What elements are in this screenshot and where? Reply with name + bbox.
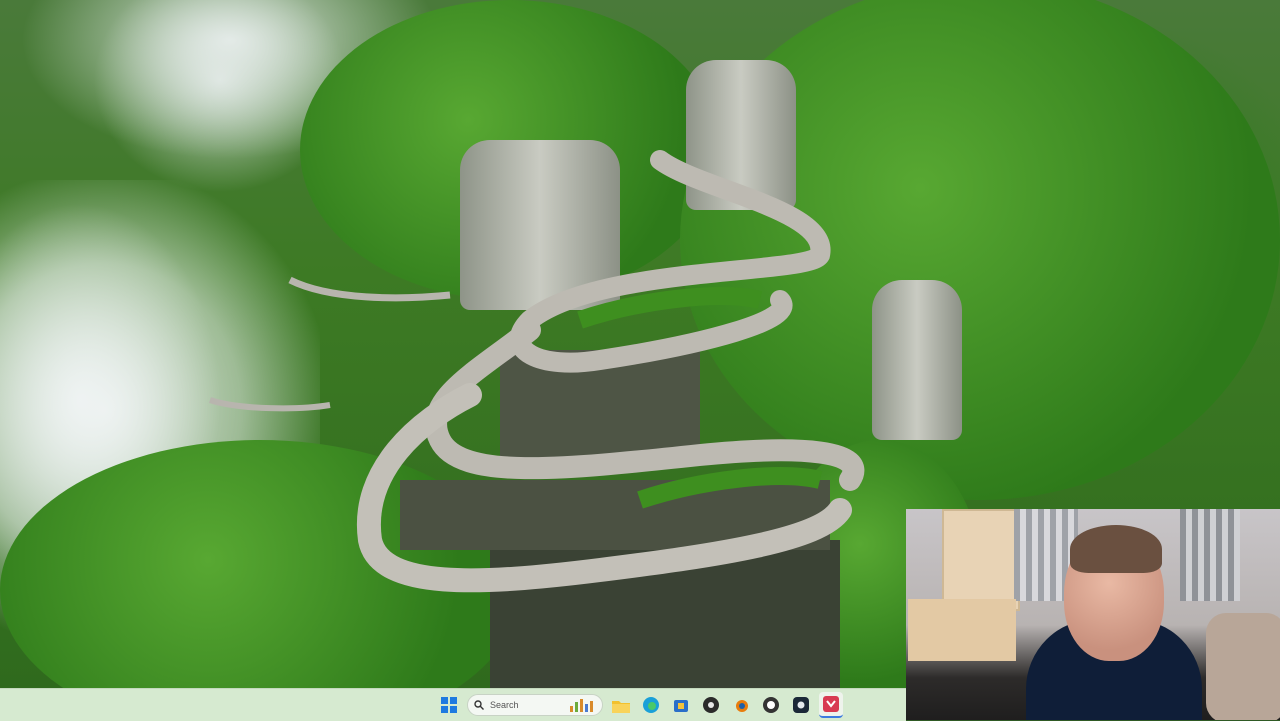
- background-curtain-right: [1180, 509, 1240, 601]
- store-button[interactable]: [669, 693, 693, 717]
- webcam-overlay: [906, 509, 1280, 720]
- file-explorer-button[interactable]: [609, 693, 633, 717]
- epic-icon: [763, 697, 779, 713]
- search-icon: [474, 700, 484, 710]
- steam-button[interactable]: [789, 693, 813, 717]
- background-cabinet: [908, 599, 1016, 661]
- store-icon: [674, 700, 688, 712]
- start-button[interactable]: [437, 693, 461, 717]
- obs-icon: [703, 697, 719, 713]
- background-shelf: [942, 509, 1020, 611]
- active-app-button[interactable]: [819, 692, 843, 718]
- blender-button[interactable]: [729, 693, 753, 717]
- edge-icon: [643, 697, 659, 713]
- folder-icon: [612, 700, 630, 713]
- taskbar: Search: [0, 688, 906, 721]
- search-highlight-icon: [570, 698, 596, 712]
- taskbar-center: Search: [437, 692, 843, 718]
- epic-games-button[interactable]: [759, 693, 783, 717]
- taskbar-search-box[interactable]: Search: [467, 694, 603, 716]
- search-placeholder: Search: [490, 700, 519, 710]
- steam-icon: [793, 697, 809, 713]
- blender-icon: [736, 700, 748, 712]
- edge-browser-button[interactable]: [639, 693, 663, 717]
- windows-logo-icon: [441, 697, 457, 713]
- app-red-icon: [823, 696, 839, 712]
- person-hair: [1070, 525, 1162, 573]
- background-sofa: [1206, 613, 1280, 720]
- obs-studio-button[interactable]: [699, 693, 723, 717]
